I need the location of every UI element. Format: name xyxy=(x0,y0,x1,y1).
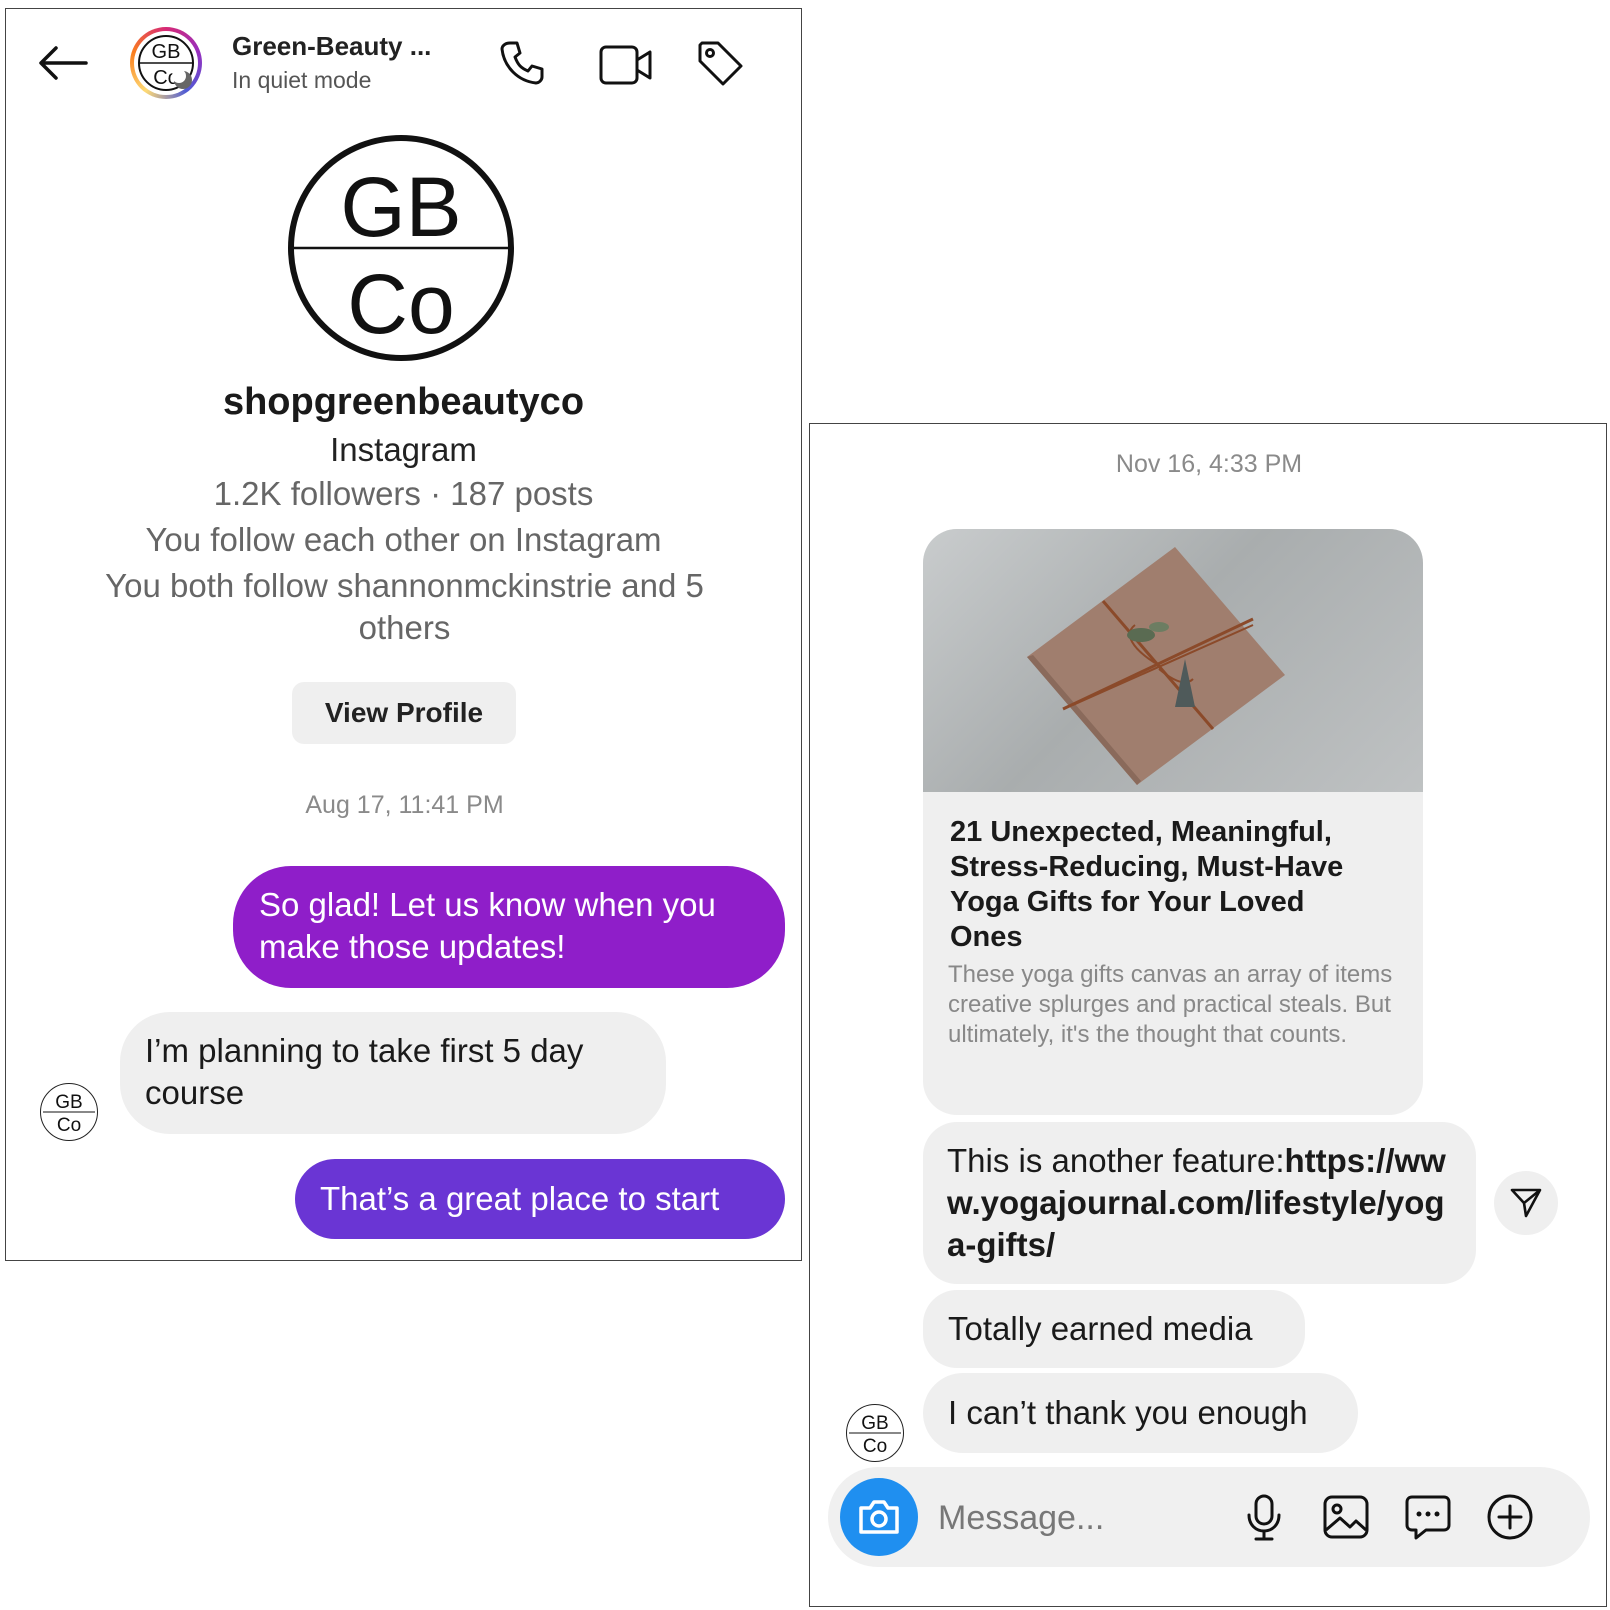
message-bubble-received[interactable]: I can’t thank you enough xyxy=(923,1373,1358,1453)
sticker-button[interactable] xyxy=(1402,1491,1454,1543)
link-card-description: These yoga gifts canvas an array of item… xyxy=(948,961,1393,1048)
video-camera-icon[interactable] xyxy=(598,41,654,89)
link-card-title: 21 Unexpected, Meaningful, Stress-Reduci… xyxy=(950,816,1344,953)
sender-avatar[interactable]: GB Co xyxy=(846,1404,904,1462)
message-bubble-received[interactable]: Totally earned media xyxy=(923,1290,1305,1368)
share-button[interactable] xyxy=(1494,1171,1558,1235)
message-bubble-received[interactable]: This is another feature:https://www.yoga… xyxy=(923,1122,1476,1284)
chat-panel-top: GB Co Green-Beauty ... In quiet mode GB … xyxy=(5,8,802,1261)
camera-button[interactable] xyxy=(840,1478,918,1556)
more-options-button[interactable] xyxy=(1484,1491,1536,1543)
back-arrow-icon[interactable] xyxy=(36,43,88,83)
image-icon xyxy=(1323,1495,1369,1539)
quiet-mode-status: In quiet mode xyxy=(232,67,372,93)
phone-icon[interactable] xyxy=(496,37,548,89)
gift-package-image xyxy=(923,529,1423,792)
gbco-logo-icon: GB Co xyxy=(43,1092,95,1136)
link-preview-card[interactable]: 21 Unexpected, Meaningful, Stress-Reduci… xyxy=(923,529,1423,1115)
send-arrow-icon xyxy=(1510,1188,1542,1218)
plus-icon xyxy=(1487,1494,1533,1540)
gallery-button[interactable] xyxy=(1320,1491,1372,1543)
svg-text:Co: Co xyxy=(347,257,454,351)
profile-username: shopgreenbeautyco xyxy=(222,381,585,423)
profile-platform: Instagram xyxy=(330,431,477,468)
message-timestamp: Aug 17, 11:41 PM xyxy=(305,791,504,819)
profile-stats: 1.2K followers · 187 posts xyxy=(213,475,594,512)
message-composer xyxy=(828,1467,1590,1567)
tag-icon[interactable] xyxy=(694,37,748,91)
camera-icon xyxy=(859,1500,899,1534)
message-bubble-sent[interactable]: So glad! Let us know when you make those… xyxy=(233,866,785,988)
profile-logo[interactable]: GB Co xyxy=(286,133,516,368)
conversation-title[interactable]: Green-Beauty ... xyxy=(232,31,431,62)
svg-text:GB: GB xyxy=(861,1413,888,1434)
mutual-friends-text: You both follow shannonmckinstrie and 5 … xyxy=(105,567,704,646)
message-input[interactable] xyxy=(936,1495,1230,1541)
svg-text:GB: GB xyxy=(55,1092,82,1113)
message-timestamp: Nov 16, 4:33 PM xyxy=(1115,450,1303,478)
gbco-logo-icon: GB Co xyxy=(138,35,194,91)
sender-avatar[interactable]: GB Co xyxy=(40,1083,98,1141)
svg-text:GB: GB xyxy=(152,41,181,63)
svg-text:Co: Co xyxy=(863,1436,887,1457)
header-avatar[interactable]: GB Co xyxy=(130,27,202,99)
message-bubble-sent[interactable]: That’s a great place to start xyxy=(295,1159,785,1239)
message-bubble-received[interactable]: I’m planning to take first 5 day course xyxy=(120,1012,666,1134)
microphone-icon xyxy=(1247,1494,1281,1541)
microphone-button[interactable] xyxy=(1238,1491,1290,1543)
message-text: This is another feature: xyxy=(947,1142,1285,1179)
view-profile-button[interactable]: View Profile xyxy=(292,682,516,744)
gbco-logo-icon: GB Co xyxy=(849,1413,901,1457)
svg-text:GB: GB xyxy=(340,160,461,254)
chat-panel-bottom: Nov 16, 4:33 PM 21 Unexpected, Meaningfu… xyxy=(809,423,1607,1607)
sticker-chat-icon xyxy=(1405,1495,1451,1540)
mutual-follow-text: You follow each other on Instagram xyxy=(145,521,662,558)
svg-text:Co: Co xyxy=(57,1115,81,1136)
